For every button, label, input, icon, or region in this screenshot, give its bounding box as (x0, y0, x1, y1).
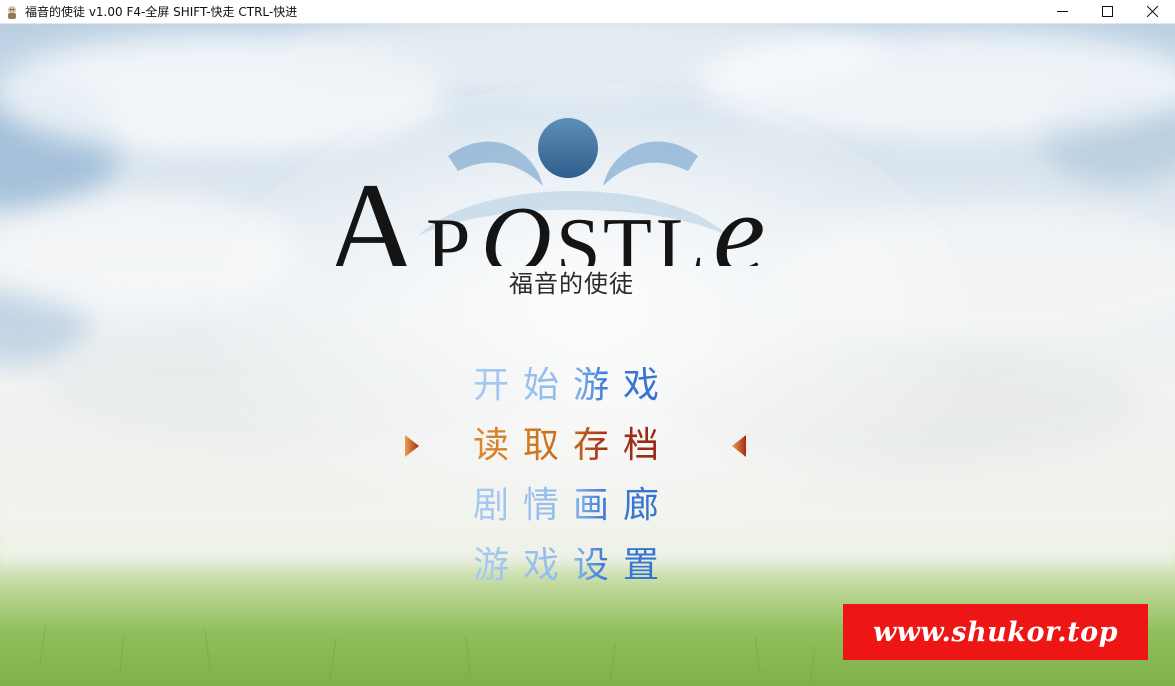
svg-text:L: L (656, 203, 705, 266)
triangle-right-icon (405, 435, 419, 457)
app-icon (8, 6, 16, 19)
watermark-banner: www.shukor.top (843, 604, 1148, 660)
game-window: 福音的使徒 v1.00 F4-全屏 SHIFT-快走 CTRL-快进 A P O… (0, 0, 1175, 686)
svg-text:P: P (426, 203, 471, 266)
triangle-left-icon (732, 435, 746, 457)
svg-text:e: e (713, 168, 765, 266)
menu-game-settings[interactable]: 游戏设置 (473, 542, 693, 590)
watermark-text: www.shukor.top (872, 616, 1119, 648)
menu-load-save[interactable]: 读取存档 (473, 422, 693, 470)
title-screen: A P O S T L e 福音的使徒 开始游戏 读取存档 剧情画廊 游戏设置 … (0, 24, 1175, 686)
game-subtitle: 福音的使徒 (509, 270, 634, 298)
close-button[interactable] (1130, 0, 1175, 23)
svg-text:T: T (603, 203, 652, 266)
maximize-icon (1102, 6, 1113, 17)
menu-story-gallery[interactable]: 剧情画廊 (473, 482, 693, 530)
svg-text:S: S (556, 203, 601, 266)
minimize-icon (1057, 11, 1068, 12)
svg-text:A: A (324, 155, 419, 266)
maximize-button[interactable] (1085, 0, 1130, 23)
title-bar[interactable]: 福音的使徒 v1.00 F4-全屏 SHIFT-快走 CTRL-快进 (0, 0, 1175, 24)
window-title: 福音的使徒 v1.00 F4-全屏 SHIFT-快走 CTRL-快进 (25, 5, 298, 19)
minimize-button[interactable] (1040, 0, 1085, 23)
close-icon (1147, 6, 1158, 17)
apostle-logo: A P O S T L e (324, 118, 765, 266)
menu-start-game[interactable]: 开始游戏 (473, 362, 693, 410)
svg-text:O: O (481, 187, 552, 266)
